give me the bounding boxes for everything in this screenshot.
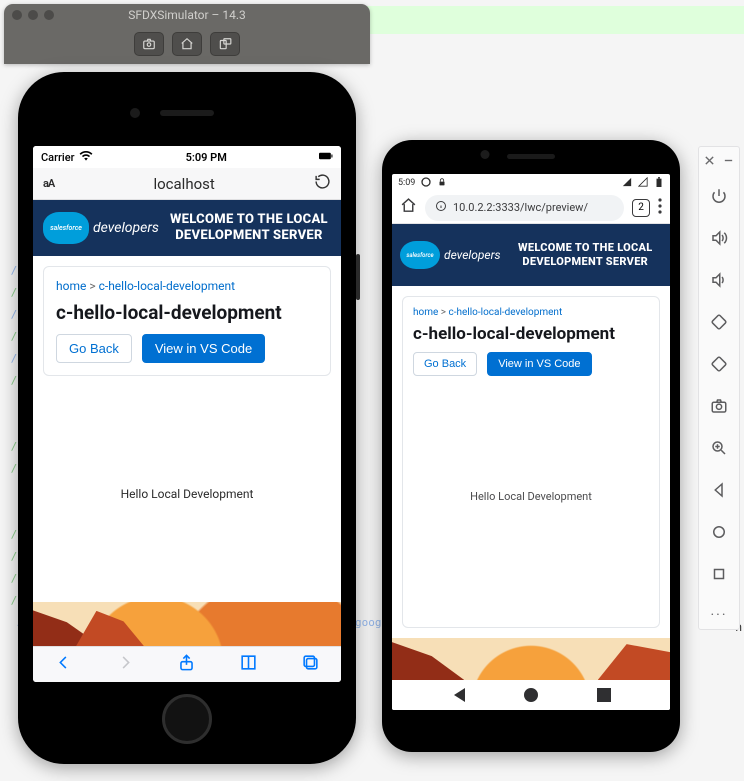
- ios-clock: 5:09 PM: [186, 151, 227, 164]
- rotate-button[interactable]: [210, 32, 240, 56]
- traffic-lights[interactable]: [12, 10, 54, 20]
- app-header-android: salesforce developers WELCOME TO THE LOC…: [392, 224, 670, 286]
- android-clock: 5:09: [398, 178, 415, 188]
- view-in-vscode-button[interactable]: View in VS Code: [487, 352, 591, 376]
- breadcrumb-current: c-hello-local-development: [449, 307, 563, 318]
- emu-overview-icon[interactable]: [710, 565, 728, 587]
- welcome-heading: WELCOME TO THE LOCAL DEVELOPMENT SERVER: [509, 241, 662, 269]
- safari-toolbar: [33, 646, 341, 682]
- salesforce-logo: salesforce developers: [43, 212, 159, 244]
- more-icon[interactable]: ···: [711, 607, 728, 623]
- ios-side-button[interactable]: [356, 254, 360, 300]
- breadcrumb-current: c-hello-local-development: [99, 279, 235, 293]
- simulator-window-chrome: SFDXSimulator – 14.3: [4, 4, 370, 64]
- battery-icon: [654, 177, 664, 190]
- android-recents-icon[interactable]: [597, 688, 611, 702]
- component-output: Hello Local Development: [33, 386, 341, 602]
- background-highlight-bar: [324, 6, 744, 34]
- wallpaper-strip: [33, 602, 341, 646]
- reload-icon[interactable]: [314, 173, 331, 194]
- lock-icon: [437, 177, 447, 190]
- chrome-address-bar: 10.0.2.2:3333/lwc/preview/ 2: [392, 192, 670, 224]
- bookmarks-icon[interactable]: [239, 653, 258, 676]
- safari-address-bar[interactable]: aA localhost: [33, 168, 341, 200]
- android-back-icon[interactable]: [451, 688, 465, 702]
- rotate-right-icon[interactable]: [710, 355, 728, 377]
- chrome-url-pill[interactable]: 10.0.2.2:3333/lwc/preview/: [425, 195, 624, 221]
- forward-icon: [116, 653, 135, 676]
- emu-back-icon[interactable]: [710, 481, 728, 503]
- ios-front-camera: [130, 108, 140, 118]
- wifi-icon: [79, 151, 93, 164]
- simulator-title: SFDXSimulator – 14.3: [60, 8, 314, 22]
- close-window-icon[interactable]: [12, 10, 22, 20]
- go-back-button[interactable]: Go Back: [56, 334, 132, 363]
- wallpaper-strip: [392, 638, 670, 680]
- component-card: home > c-hello-local-development c-hello…: [402, 296, 660, 628]
- cloud-icon: salesforce: [400, 241, 440, 269]
- developers-word: developers: [93, 220, 159, 236]
- ios-home-button[interactable]: [162, 694, 212, 744]
- breadcrumb: home > c-hello-local-development: [413, 307, 649, 318]
- android-speaker: [507, 154, 555, 159]
- battery-icon: [319, 151, 333, 164]
- back-icon[interactable]: [54, 653, 73, 676]
- site-info-icon[interactable]: [435, 200, 447, 215]
- breadcrumb-home-link[interactable]: home: [56, 279, 86, 293]
- screenshot-button[interactable]: [134, 32, 164, 56]
- welcome-heading: WELCOME TO THE LOCAL DEVELOPMENT SERVER: [167, 212, 331, 245]
- notification-dot-icon: [421, 177, 431, 190]
- breadcrumb: home > c-hello-local-development: [56, 279, 318, 293]
- reader-aa-icon[interactable]: aA: [43, 177, 54, 190]
- android-nav-bar: [392, 680, 670, 710]
- cloud-icon: salesforce: [43, 212, 89, 244]
- android-front-camera: [481, 150, 490, 159]
- android-status-bar: 5:09: [392, 174, 670, 192]
- sidebar-minimize-icon[interactable]: [723, 151, 734, 170]
- salesforce-logo: salesforce developers: [400, 241, 501, 269]
- emu-home-icon[interactable]: [710, 523, 728, 545]
- camera-icon[interactable]: [710, 397, 728, 419]
- chrome-tab-count[interactable]: 2: [632, 199, 650, 217]
- sidebar-close-icon[interactable]: [704, 151, 715, 170]
- component-output: Hello Local Development: [413, 376, 649, 617]
- view-in-vscode-button[interactable]: View in VS Code: [142, 334, 265, 363]
- signal-icon: [622, 177, 632, 190]
- share-icon[interactable]: [177, 653, 196, 676]
- minimize-window-icon[interactable]: [28, 10, 38, 20]
- volume-up-icon[interactable]: [710, 229, 728, 251]
- chrome-home-icon[interactable]: [400, 197, 417, 218]
- ios-simulator-device: Carrier 5:09 PM aA localhost salesforce: [18, 72, 356, 764]
- component-heading: c-hello-local-development: [413, 324, 649, 344]
- ios-status-bar: Carrier 5:09 PM: [33, 146, 341, 168]
- zoom-icon[interactable]: [710, 439, 728, 461]
- chrome-url-text: 10.0.2.2:3333/lwc/preview/: [453, 201, 588, 214]
- chrome-menu-icon[interactable]: [658, 198, 662, 218]
- rotate-left-icon[interactable]: [710, 313, 728, 335]
- developers-word: developers: [444, 248, 501, 262]
- home-button[interactable]: [172, 32, 202, 56]
- volume-down-icon[interactable]: [710, 271, 728, 293]
- url-host: localhost: [64, 175, 304, 193]
- zoom-window-icon[interactable]: [44, 10, 54, 20]
- component-heading: c-hello-local-development: [56, 301, 318, 324]
- go-back-button[interactable]: Go Back: [413, 352, 477, 376]
- signal-icon-2: [638, 177, 648, 190]
- emulator-sidebar: ···: [698, 146, 740, 630]
- app-header: salesforce developers WELCOME TO THE LOC…: [33, 200, 341, 256]
- breadcrumb-home-link[interactable]: home: [413, 307, 438, 318]
- component-card: home > c-hello-local-development c-hello…: [43, 266, 331, 376]
- ios-speaker: [160, 110, 214, 116]
- power-icon[interactable]: [710, 187, 728, 209]
- tabs-icon[interactable]: [301, 653, 320, 676]
- android-home-icon[interactable]: [524, 688, 538, 702]
- android-emulator-device: 5:09 10.0.2.2:3333/lwc/preview/ 2: [382, 140, 680, 752]
- carrier-label: Carrier: [41, 151, 74, 164]
